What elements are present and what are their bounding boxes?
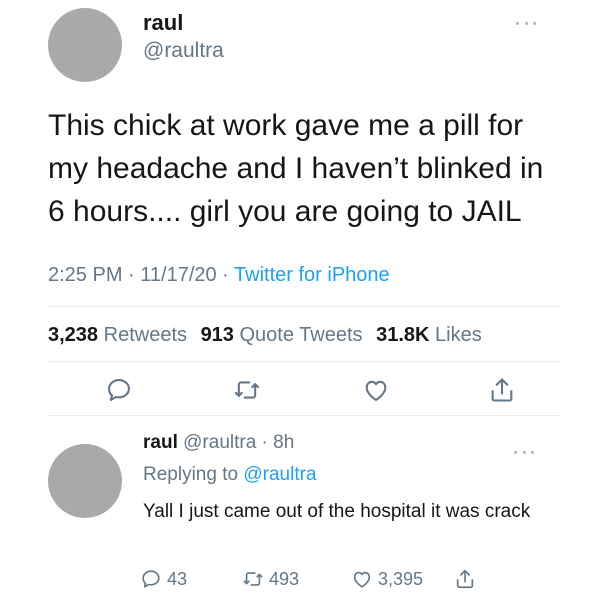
like-count: 3,395 bbox=[378, 568, 424, 589]
quotes-label: Quote Tweets bbox=[239, 324, 363, 346]
retweets-label: Retweets bbox=[103, 324, 187, 346]
quotes-count: 913 bbox=[200, 324, 234, 346]
reply-handle-time[interactable]: @raultra · 8h bbox=[178, 432, 294, 453]
reply-reply-button[interactable]: 43 bbox=[140, 568, 187, 590]
replying-to: Replying to @raultra bbox=[143, 464, 317, 486]
tweet-text: This chick at work gave me a pill for my… bbox=[48, 109, 544, 228]
reply-header: raul @raultra · 8h bbox=[143, 432, 294, 454]
reply-actions: 43 493 3,395 bbox=[140, 568, 560, 594]
reply-icon[interactable] bbox=[105, 376, 133, 404]
tweet-stats: 3,238 Retweets 913 Quote Tweets 31.8K Li… bbox=[48, 324, 482, 347]
reply-display-name[interactable]: raul bbox=[143, 432, 178, 453]
reply-icon bbox=[142, 570, 160, 588]
replying-mention[interactable]: @raultra bbox=[243, 464, 316, 485]
retweet-icon bbox=[243, 572, 263, 586]
retweets-count: 3,238 bbox=[48, 324, 99, 346]
reply-retweet-button[interactable]: 493 bbox=[242, 568, 299, 590]
share-icon[interactable] bbox=[454, 568, 481, 590]
tweet-actions bbox=[48, 372, 560, 408]
display-name[interactable]: raul bbox=[143, 10, 183, 36]
more-options-icon[interactable] bbox=[516, 18, 536, 28]
more-options-icon[interactable] bbox=[514, 447, 534, 457]
avatar[interactable] bbox=[48, 8, 122, 82]
likes-count: 31.8K bbox=[376, 324, 430, 346]
tweet-meta: 2:25 PM · 11/17/20 · Twitter for iPhone bbox=[48, 264, 390, 287]
divider bbox=[48, 306, 560, 307]
tweet-page: raul @raultra This chick at work gave me… bbox=[0, 0, 600, 600]
user-handle[interactable]: @raultra bbox=[143, 39, 224, 63]
share-icon[interactable] bbox=[488, 376, 516, 404]
tweet-timestamp[interactable]: 2:25 PM · 11/17/20 · bbox=[48, 264, 234, 286]
like-icon[interactable] bbox=[362, 376, 390, 404]
replying-prefix: Replying to bbox=[143, 464, 244, 485]
likes-stat[interactable]: 31.8K Likes bbox=[376, 324, 482, 346]
tweet-source-link[interactable]: Twitter for iPhone bbox=[234, 264, 390, 286]
reply-like-button[interactable]: 3,395 bbox=[351, 568, 423, 590]
divider bbox=[48, 415, 560, 416]
divider bbox=[48, 361, 560, 362]
retweet-icon[interactable] bbox=[233, 376, 261, 404]
likes-label: Likes bbox=[435, 324, 482, 346]
retweets-stat[interactable]: 3,238 Retweets bbox=[48, 324, 187, 346]
like-icon bbox=[353, 571, 371, 588]
reply-count: 43 bbox=[167, 568, 188, 589]
avatar[interactable] bbox=[48, 444, 122, 518]
retweet-count: 493 bbox=[269, 568, 300, 589]
reply-text: Yall I just came out of the hospital it … bbox=[143, 501, 531, 522]
quotes-stat[interactable]: 913 Quote Tweets bbox=[201, 324, 363, 346]
